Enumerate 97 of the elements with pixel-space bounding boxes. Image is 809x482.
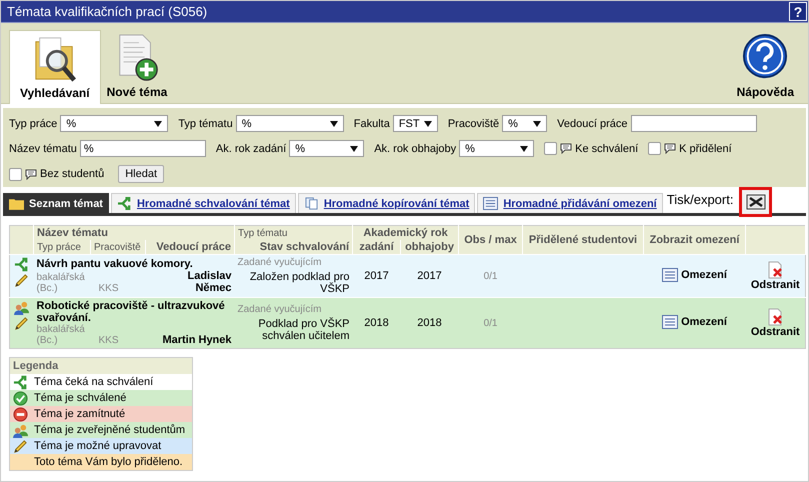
field-label: Název tématu	[9, 142, 77, 154]
document-delete-icon	[767, 308, 784, 326]
table-cell: 2017	[364, 270, 389, 282]
legend-label: Téma čeká na schválení	[34, 376, 154, 388]
table-cell-text: Založen podklad pro VŠKP	[248, 271, 350, 295]
table-cell-text: Zadané vyučujícím	[238, 257, 322, 268]
minus-circle-icon	[13, 406, 28, 422]
input-field[interactable]	[630, 115, 757, 132]
legend-label: Téma je možné upravovat	[34, 440, 162, 452]
remove-link[interactable]: Odstranit	[750, 308, 800, 338]
column-header: Pracoviště	[90, 240, 146, 254]
column-header: Typ tématu	[234, 226, 353, 240]
table-cell: 2018	[417, 317, 442, 329]
legend-label: Téma je zamítnuté	[34, 408, 126, 420]
checkbox-label: Bez studentů	[40, 168, 104, 180]
toolbar-button[interactable]: Nápověda	[730, 31, 800, 103]
toolbar-button[interactable]: Vyhledávaní	[9, 30, 101, 104]
document-delete-icon	[767, 261, 784, 279]
table-cell-text: KKS	[98, 335, 120, 346]
tab[interactable]: Hromadné kopírování témat	[298, 193, 476, 213]
dropdown[interactable]: %	[60, 115, 168, 132]
caret-icon	[350, 146, 358, 152]
column-header: Název tématu	[34, 226, 235, 240]
table-cell: 2018	[364, 317, 389, 329]
caret-icon	[424, 120, 432, 126]
table-cell: 2017	[417, 270, 442, 282]
column-header: Stav schvalování	[234, 240, 353, 254]
field-label: Vedoucí práce	[557, 118, 628, 130]
branch-arrow-icon	[116, 197, 132, 210]
dropdown[interactable]: FST	[392, 115, 438, 132]
column-header: Akademický rok	[352, 226, 459, 240]
table-cell-text: Martin Hynek	[161, 334, 233, 346]
caret-icon	[520, 146, 528, 152]
caret-icon	[533, 120, 542, 126]
checkbox-label: Ke schválení	[575, 142, 638, 154]
dropdown[interactable]: %	[236, 115, 344, 132]
field-label: Ak. rok zadání	[216, 142, 286, 154]
column-header: obhajoby	[400, 240, 459, 254]
window-title: Témata kvalifikačních prací (S056)	[7, 4, 208, 19]
caret-icon	[154, 120, 162, 126]
column-header: Vedoucí práce	[146, 240, 235, 254]
table-cell-text: Podklad pro VŠKP schválen učitelem	[257, 318, 350, 342]
limits-link[interactable]: Omezení	[662, 314, 727, 328]
table-cell-text: KKS	[98, 283, 120, 294]
column-header: Přidělené studentovi	[522, 226, 644, 254]
tab[interactable]: Seznam témat	[3, 193, 109, 213]
comment-icon	[25, 168, 37, 180]
column-header: zadání	[352, 240, 401, 254]
branch-arrow-icon	[13, 374, 28, 390]
field-label: Pracoviště	[448, 118, 500, 130]
table-cell-text: Zadané vyučujícím	[238, 304, 322, 315]
limits-link[interactable]: Omezení	[662, 268, 727, 282]
list-icon	[662, 268, 678, 282]
pencil-icon	[13, 438, 28, 454]
legend-label: Téma je zveřejněné studentům	[34, 424, 186, 436]
checkbox[interactable]	[648, 142, 662, 155]
search-button[interactable]: Hledat	[118, 165, 164, 183]
help-button[interactable]: ?	[789, 2, 807, 21]
folder-icon	[9, 197, 24, 210]
dropdown[interactable]: %	[502, 115, 548, 132]
tab[interactable]: Hromadné přidávání omezení	[477, 193, 663, 213]
people-icon	[13, 422, 28, 438]
topic-name: Návrh pantu vakuové komory.	[36, 258, 194, 270]
comment-icon	[664, 143, 676, 154]
copy-icon	[304, 197, 319, 210]
field-label: Typ tématu	[178, 118, 233, 130]
checkbox-label: K přidělení	[679, 142, 732, 154]
dropdown[interactable]: %	[459, 140, 534, 157]
input-field[interactable]: %	[80, 140, 206, 157]
list-icon	[483, 197, 498, 210]
table-cell-text: bakalářská (Bc.)	[36, 272, 86, 294]
tab[interactable]: Hromadné schvalování témat	[110, 193, 296, 213]
table-cell-text: bakalářská (Bc.)	[36, 324, 86, 346]
column-header: Zobrazit omezení	[644, 226, 746, 254]
column-header: Obs / max	[458, 226, 523, 254]
column-header: Typ práce	[34, 240, 90, 254]
checkbox[interactable]	[9, 168, 22, 180]
export-button[interactable]	[739, 187, 772, 217]
field-label: Ak. rok obhajoby	[374, 142, 456, 154]
table-cell: 0/1	[484, 271, 498, 282]
export-label: Tisk/export:	[666, 192, 734, 207]
spreadsheet-icon	[746, 194, 766, 210]
caret-icon	[330, 120, 338, 126]
field-label: Fakulta	[354, 118, 390, 130]
legend-label: Téma je schválené	[34, 392, 126, 404]
field-label: Typ práce	[9, 118, 58, 130]
comment-icon	[560, 143, 572, 154]
table-cell: 0/1	[484, 318, 498, 329]
checkbox[interactable]	[544, 142, 558, 155]
table-cell-text: Ladislav Němec	[186, 270, 233, 294]
dropdown[interactable]: %	[289, 140, 364, 157]
toolbar-button[interactable]: Nové téma	[100, 31, 174, 103]
topic-name: Robotické pracoviště - ultrazvukové svařování.	[36, 300, 226, 324]
legend-label: Toto téma Vám bylo přiděleno.	[34, 456, 183, 468]
legend-title: Legenda	[10, 358, 192, 374]
list-icon	[662, 314, 678, 328]
remove-link[interactable]: Odstranit	[750, 261, 800, 291]
